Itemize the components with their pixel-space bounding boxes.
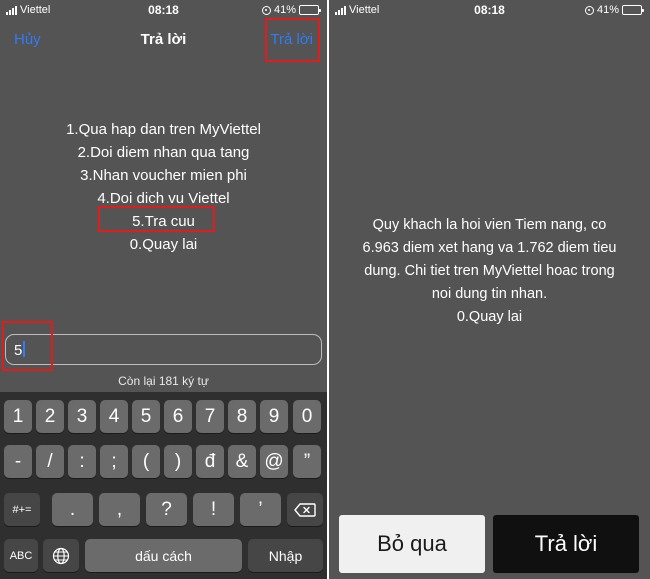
- skip-button[interactable]: Bỏ qua: [339, 515, 485, 573]
- key-minus[interactable]: -: [4, 445, 32, 478]
- key-0[interactable]: 0: [293, 400, 321, 433]
- key-2[interactable]: 2: [36, 400, 64, 433]
- battery-icon: [299, 5, 321, 15]
- status-bar: Viettel 08:18 41%: [0, 0, 327, 20]
- menu-item: 1.Qua hap dan tren MyViettel: [66, 121, 261, 138]
- menu-item: 3.Nhan voucher mien phi: [80, 167, 247, 184]
- key-4[interactable]: 4: [100, 400, 128, 433]
- key-semicolon[interactable]: ;: [100, 445, 128, 478]
- battery-percent: 41%: [596, 4, 619, 16]
- battery-icon: [622, 5, 644, 15]
- message-line: 0.Quay lai: [456, 309, 523, 325]
- status-bar: Viettel 08:18 41%: [329, 0, 650, 20]
- key-dong[interactable]: đ: [196, 445, 224, 478]
- battery-percent: 41%: [273, 4, 296, 16]
- reply-button[interactable]: Trả lời: [493, 515, 639, 573]
- space-key[interactable]: dấu cách: [85, 539, 242, 572]
- key-abc[interactable]: ABC: [4, 539, 38, 572]
- key-8[interactable]: 8: [228, 400, 256, 433]
- key-open-paren[interactable]: (: [132, 445, 160, 478]
- left-phone-screen: Viettel 08:18 41% Hủy Trả lời Trả lời 1.…: [0, 0, 327, 579]
- key-question[interactable]: ?: [146, 493, 187, 526]
- highlight-box-menu-option: [98, 206, 215, 232]
- key-period[interactable]: .: [52, 493, 93, 526]
- key-close-paren[interactable]: ): [164, 445, 192, 478]
- key-colon[interactable]: :: [68, 445, 96, 478]
- key-6[interactable]: 6: [164, 400, 192, 433]
- key-exclaim[interactable]: !: [193, 493, 234, 526]
- key-ampersand[interactable]: &: [228, 445, 256, 478]
- key-quote[interactable]: ”: [293, 445, 321, 478]
- menu-item: 2.Doi diem nhan qua tang: [77, 144, 250, 161]
- key-symbols[interactable]: #+=: [4, 493, 40, 526]
- message-line: Quy khach la hoi vien Tiem nang, co: [372, 217, 607, 233]
- right-phone-screen: Viettel 08:18 41% Quy khach la hoi vien …: [329, 0, 650, 579]
- numeric-keyboard: 1 2 3 4 5 6 7 8 9 0 - / : ; ( ) đ & @ ” …: [0, 392, 327, 579]
- key-1[interactable]: 1: [4, 400, 32, 433]
- enter-key[interactable]: Nhập: [248, 539, 323, 572]
- highlight-box-reply: [265, 18, 320, 62]
- key-slash[interactable]: /: [36, 445, 64, 478]
- key-comma[interactable]: ,: [99, 493, 140, 526]
- globe-icon: [52, 547, 70, 564]
- key-3[interactable]: 3: [68, 400, 96, 433]
- key-7[interactable]: 7: [196, 400, 224, 433]
- rotation-lock-icon: [584, 5, 594, 15]
- menu-item: 0.Quay lai: [129, 236, 198, 253]
- character-counter: Còn lại 181 ký tự: [118, 374, 209, 388]
- ussd-menu: 1.Qua hap dan tren MyViettel 2.Doi diem …: [0, 118, 327, 256]
- key-at[interactable]: @: [260, 445, 288, 478]
- message-line: 6.963 diem xet hang va 1.762 diem tieu: [362, 240, 617, 256]
- key-apostrophe[interactable]: ’: [240, 493, 281, 526]
- message-line: noi dung tin nhan.: [431, 286, 548, 302]
- highlight-box-input: [2, 321, 53, 371]
- backspace-icon: [294, 502, 316, 517]
- backspace-key[interactable]: [287, 493, 323, 526]
- key-5[interactable]: 5: [132, 400, 160, 433]
- message-line: dung. Chi tiet tren MyViettel hoac trong: [364, 263, 615, 279]
- key-9[interactable]: 9: [260, 400, 288, 433]
- rotation-lock-icon: [261, 5, 271, 15]
- ussd-response-message: Quy khach la hoi vien Tiem nang, co 6.96…: [347, 214, 632, 329]
- globe-key[interactable]: [43, 539, 79, 572]
